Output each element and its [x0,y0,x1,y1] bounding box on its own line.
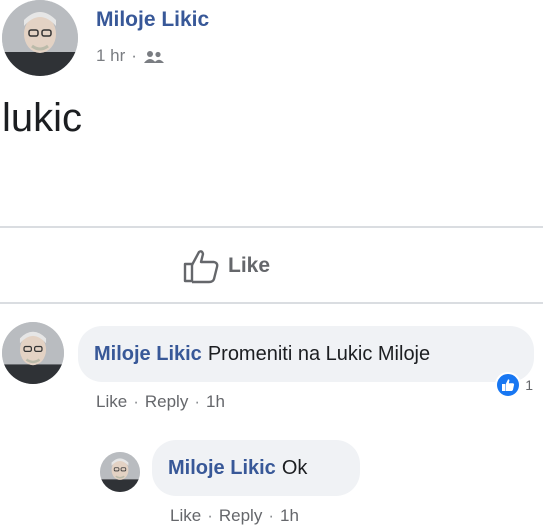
reply-author[interactable]: Miloje Likic [168,457,276,480]
meta-separator: · [131,46,137,65]
comment-like-link[interactable]: Like [96,392,127,412]
reply-actions: Like · Reply · 1h [170,506,299,526]
comment-author[interactable]: Miloje Likic [94,343,202,366]
post-text: lukic [2,96,83,140]
comment-time[interactable]: 1h [206,392,225,412]
separator-dot: · [133,392,139,411]
comment-actions: Like · Reply · 1h [96,392,225,412]
reply-reply-link[interactable]: Reply [219,506,262,526]
comment-bubble: Miloje Likic Promeniti na Lukic Miloje [78,326,534,382]
divider-bottom [0,302,543,304]
reaction-count-number: 1 [525,377,533,393]
like-button-label: Like [228,254,271,277]
thumbs-up-icon [183,250,219,284]
post-time[interactable]: 1 hr [96,46,125,66]
reply-bubble: Miloje Likic Ok [152,440,360,496]
comment-reply-link[interactable]: Reply [145,392,188,412]
post-meta: 1 hr · [96,46,165,66]
separator-dot: · [268,506,274,525]
comment-text: Promeniti na Lukic Miloje [207,342,431,365]
reply-like-link[interactable]: Like [170,506,201,526]
reply-time[interactable]: 1h [280,506,299,526]
like-reaction-icon [495,372,522,398]
separator-dot: · [207,506,213,525]
post-author-name[interactable]: Miloje Likic [96,8,209,32]
comment-avatar[interactable] [2,322,64,384]
post-author-avatar[interactable] [2,0,78,76]
friends-icon[interactable] [143,49,165,63]
like-button[interactable]: Like [182,248,270,284]
divider-top [0,226,543,228]
separator-dot: · [194,392,200,411]
reply-avatar[interactable] [100,452,140,492]
reaction-count[interactable]: 1 [495,372,533,398]
reply-text: Ok [281,456,308,479]
